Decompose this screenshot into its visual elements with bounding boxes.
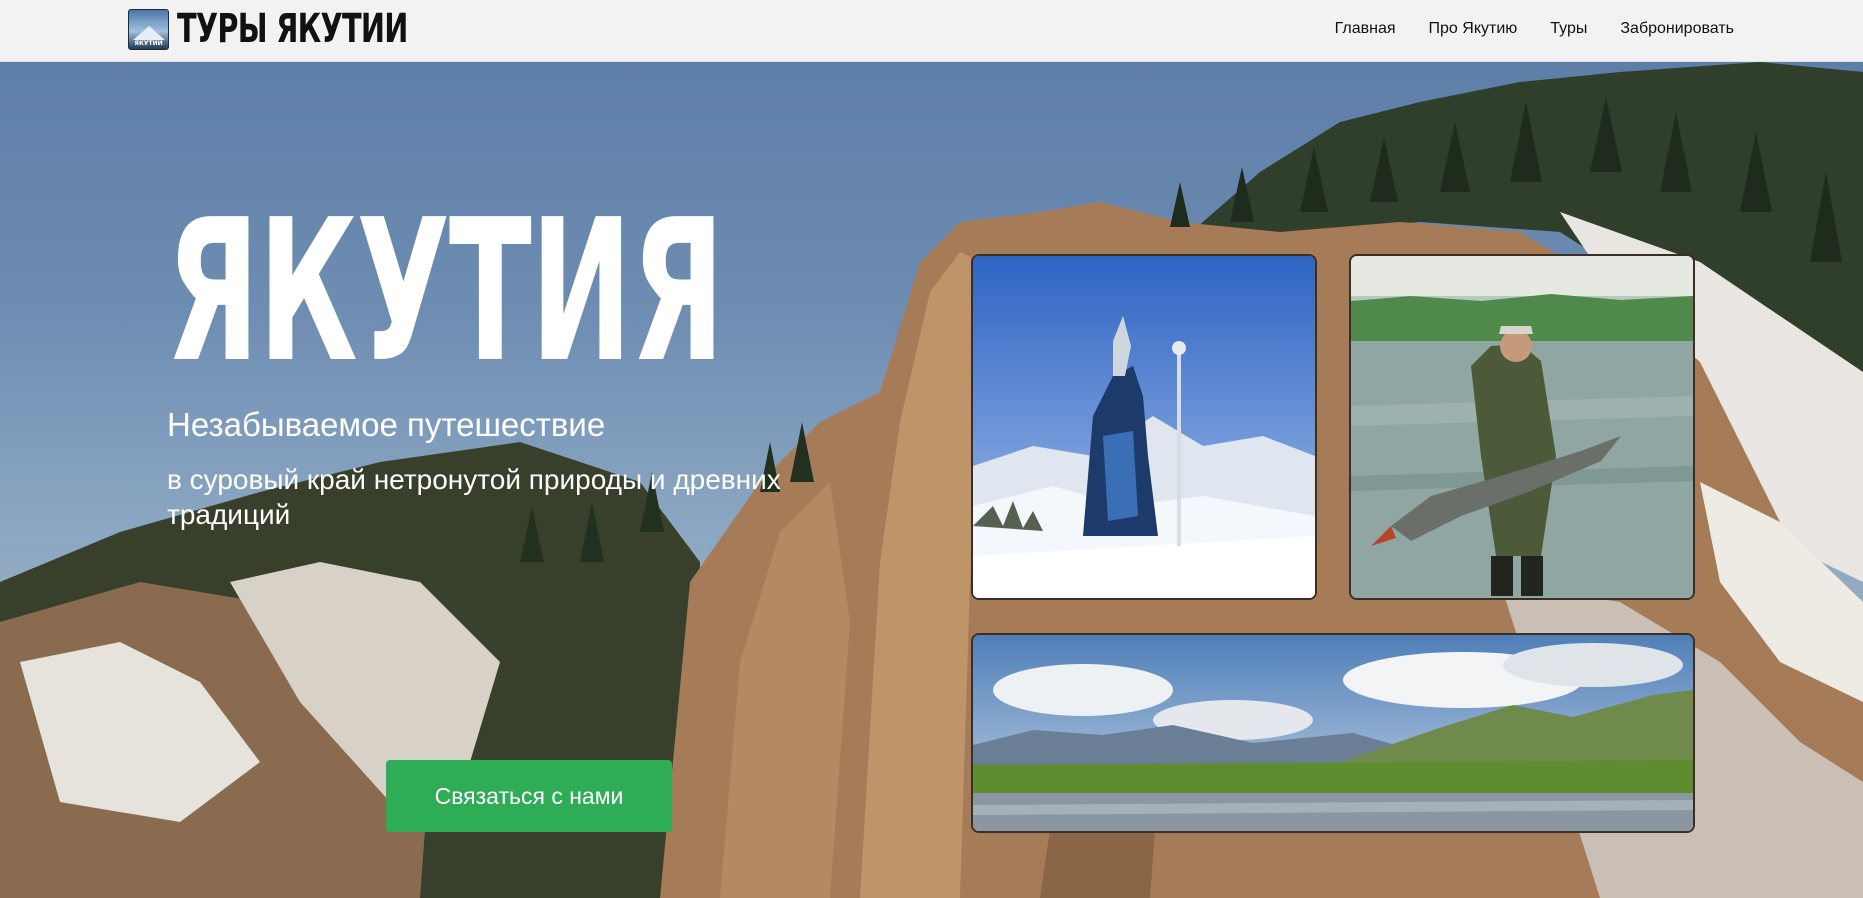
logo[interactable]: ЯКУТИИ ТУРЫ ЯКУТИИ bbox=[128, 9, 497, 50]
hero-subtitle-primary: Незабываемое путешествие bbox=[167, 406, 606, 443]
photo-river-landscape bbox=[971, 633, 1695, 833]
logo-image-label: ЯКУТИИ bbox=[134, 40, 163, 47]
photo-shaman bbox=[971, 254, 1317, 600]
nav-about-yakutia[interactable]: Про Якутию bbox=[1429, 19, 1518, 39]
logo-image: ЯКУТИИ bbox=[128, 9, 169, 50]
nav-tours[interactable]: Туры bbox=[1550, 19, 1587, 39]
site-header: ЯКУТИИ ТУРЫ ЯКУТИИ Главная Про Якутию Ту… bbox=[0, 0, 1863, 62]
nav-book[interactable]: Забронировать bbox=[1620, 19, 1734, 39]
photo-fisherman bbox=[1349, 254, 1695, 600]
contact-us-button[interactable]: Связаться с нами bbox=[386, 760, 672, 832]
hero-section: ЯКУТИЯ Незабываемое путешествие в суровы… bbox=[0, 62, 1863, 898]
hero-subtitle-secondary: в суровый край нетронутой природы и древ… bbox=[167, 464, 781, 530]
brand-name: ТУРЫ ЯКУТИИ bbox=[177, 6, 408, 52]
main-nav: Главная Про Якутию Туры Забронировать bbox=[1335, 19, 1734, 39]
hero-title: ЯКУТИЯ bbox=[166, 178, 725, 406]
nav-home[interactable]: Главная bbox=[1335, 19, 1396, 39]
